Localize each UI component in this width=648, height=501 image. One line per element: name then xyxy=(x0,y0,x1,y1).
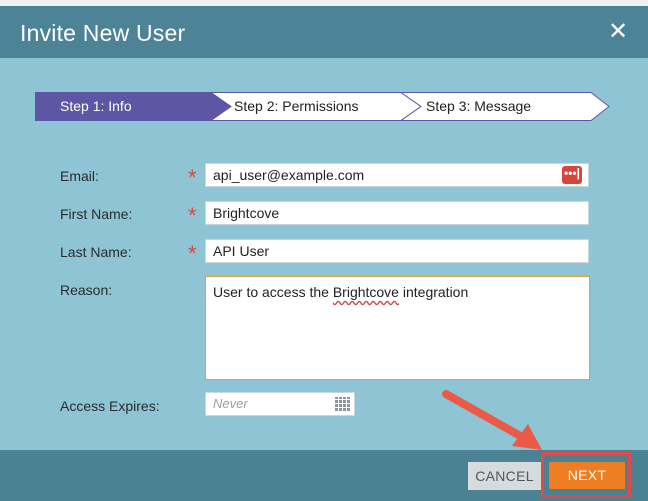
first-name-value: Brightcove xyxy=(213,205,280,221)
first-name-label: First Name: xyxy=(60,206,133,222)
next-button[interactable]: NEXT xyxy=(549,462,625,489)
reason-textarea[interactable]: User to access the Brightcove integratio… xyxy=(205,276,590,380)
dialog-header: Invite New User ✕ xyxy=(0,6,648,58)
email-required-marker: * xyxy=(188,165,197,190)
last-name-label: Last Name: xyxy=(60,244,132,260)
cancel-button[interactable]: CANCEL xyxy=(468,462,541,490)
access-expires-placeholder: Never xyxy=(213,396,248,411)
first-name-field[interactable]: Brightcove xyxy=(205,201,589,225)
reason-text-misspelled: Brightcove xyxy=(332,284,399,300)
step-permissions[interactable]: Step 2: Permissions xyxy=(234,92,359,121)
next-button-highlight: NEXT xyxy=(541,452,631,498)
calendar-icon[interactable] xyxy=(335,397,350,411)
email-field[interactable]: api_user@example.com •••| xyxy=(205,163,589,187)
reason-text-start: User to access the xyxy=(213,284,333,300)
dialog-title: Invite New User xyxy=(20,20,186,46)
wizard-steps: Step 1: Info Step 2: Permissions Step 3:… xyxy=(35,92,610,121)
last-name-field[interactable]: API User xyxy=(205,239,589,263)
step-info[interactable]: Step 1: Info xyxy=(35,92,231,121)
dialog-footer: CANCEL NEXT xyxy=(0,450,648,501)
step-info-label: Step 1: Info xyxy=(60,98,132,114)
password-manager-icon[interactable]: •••| xyxy=(562,166,582,184)
close-icon[interactable]: ✕ xyxy=(606,20,630,44)
reason-text-end: integration xyxy=(398,284,469,300)
step-message[interactable]: Step 3: Message xyxy=(426,92,531,121)
email-label: Email: xyxy=(60,168,99,184)
email-value: api_user@example.com xyxy=(213,167,365,183)
access-expires-label: Access Expires: xyxy=(60,398,160,414)
reason-label: Reason: xyxy=(60,282,113,298)
last-name-required-marker: * xyxy=(188,241,197,266)
access-expires-field[interactable]: Never xyxy=(205,392,355,416)
last-name-value: API User xyxy=(213,243,270,259)
first-name-required-marker: * xyxy=(188,203,197,228)
